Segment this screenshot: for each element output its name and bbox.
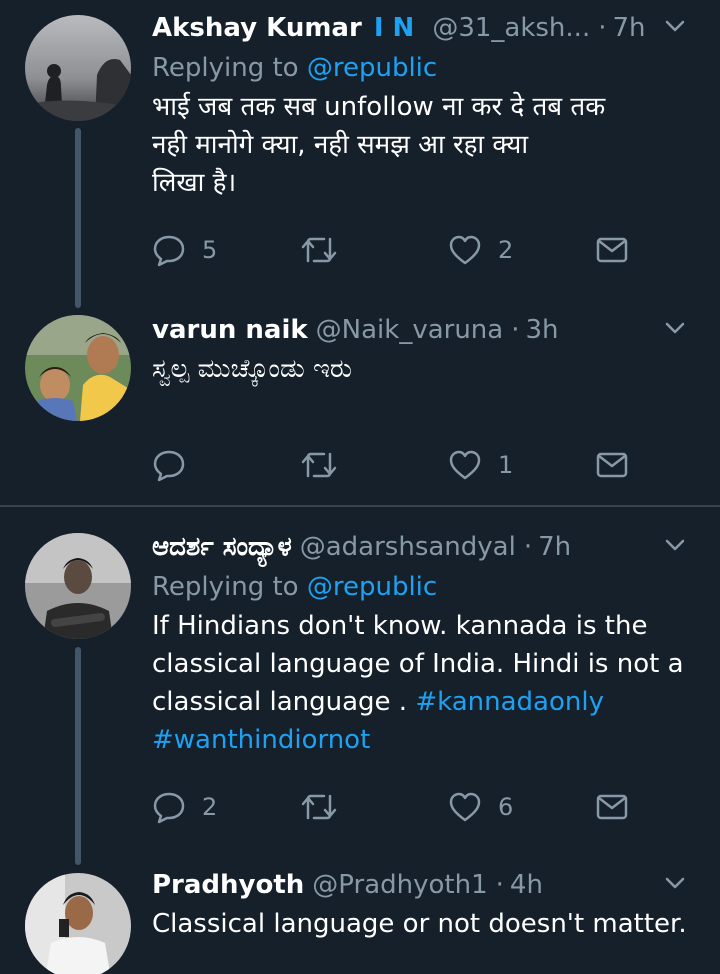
author-name[interactable]: Akshay Kumar	[152, 13, 362, 43]
author-name[interactable]: ಆದರ್ಶ ಸಂದ್ಯಾಳ	[152, 532, 292, 563]
timestamp[interactable]: 3h	[525, 315, 558, 345]
reply-count: 5	[202, 236, 218, 264]
separator-dot: ·	[598, 13, 607, 43]
separator-dot: ·	[523, 532, 533, 562]
message-button[interactable]	[596, 230, 628, 270]
tweet-header: Pradhyoth @Pradhyoth1 · 4h	[152, 865, 700, 905]
reply-icon	[153, 235, 185, 267]
like-icon	[449, 792, 481, 822]
author-handle[interactable]: @adarshsandyal	[300, 532, 516, 562]
separator-dot: ·	[511, 315, 520, 345]
text-line: If Hindians don't know. kannada is the	[152, 611, 648, 641]
replying-to: Replying to @republic	[152, 48, 700, 88]
tweet-pradhyoth[interactable]: Pradhyoth @Pradhyoth1 · 4h Classical lan…	[0, 865, 720, 974]
avatar[interactable]	[25, 533, 131, 639]
like-button[interactable]: 2	[448, 230, 513, 270]
retweet-button[interactable]	[300, 445, 354, 485]
avatar[interactable]	[25, 15, 131, 121]
author-name[interactable]: Pradhyoth	[152, 870, 304, 900]
message-icon	[596, 794, 628, 820]
text-line-with-hashtag: classical language . #kannadaonly	[152, 683, 700, 721]
action-bar: 2 6	[152, 787, 642, 827]
message-icon	[596, 452, 628, 478]
retweet-icon	[301, 794, 337, 820]
text-line: लिखा है।	[152, 168, 237, 198]
timestamp[interactable]: 7h	[612, 13, 645, 43]
timestamp[interactable]: 4h	[510, 870, 543, 900]
tweet-header: ಆದರ್ಶ ಸಂದ್ಯಾಳ @adarshsandyal · 7h	[152, 527, 700, 567]
action-bar: 5 2	[152, 230, 642, 270]
reply-count: 2	[202, 793, 218, 821]
hashtag-link[interactable]: #kannadaonly	[415, 687, 604, 717]
message-button[interactable]	[596, 445, 628, 485]
text-line: classical language of India. Hindi is no…	[152, 649, 684, 679]
like-count: 1	[498, 451, 514, 479]
tweet-varun[interactable]: varun naik @Naik_varuna · 3h ಸ್ವಲ್ಪ ಮುಚ್…	[0, 310, 720, 505]
like-icon	[449, 235, 481, 265]
tweet-header: Akshay Kumar I N @31_aksh... · 7h	[152, 8, 700, 48]
name-badge: I N	[373, 13, 415, 43]
chevron-down-icon[interactable]	[664, 875, 686, 891]
tweet-adarsh[interactable]: ಆದರ್ಶ ಸಂದ್ಯಾಳ @adarshsandyal · 7h Replyi…	[0, 507, 720, 865]
tweet-text: If Hindians don't know. kannada is the c…	[152, 607, 700, 759]
like-count: 2	[498, 236, 514, 264]
author-handle[interactable]: @Naik_varuna	[316, 315, 504, 345]
reply-icon	[153, 792, 185, 824]
retweet-button[interactable]	[300, 230, 354, 270]
chevron-down-icon[interactable]	[664, 320, 686, 336]
thread-line	[75, 128, 81, 308]
message-icon	[596, 237, 628, 263]
text-line: Classical language or not doesn't matter…	[152, 909, 687, 939]
avatar[interactable]	[25, 873, 131, 974]
thread-line	[75, 647, 81, 865]
timestamp[interactable]: 7h	[538, 532, 571, 562]
reply-button[interactable]	[152, 445, 202, 485]
tweet-akshay[interactable]: Akshay Kumar I N @31_aksh... · 7h Replyi…	[0, 0, 720, 310]
retweet-button[interactable]	[300, 787, 354, 827]
mention-link[interactable]: @republic	[307, 572, 437, 602]
hashtag-link[interactable]: #wanthindiornot	[152, 725, 370, 755]
avatar[interactable]	[25, 315, 131, 421]
text-line: classical language .	[152, 687, 408, 717]
author-handle[interactable]: @31_aksh...	[432, 13, 590, 43]
separator-dot: ·	[495, 870, 504, 900]
message-button[interactable]	[596, 787, 628, 827]
tweet-text: भाई जब तक सब unfollow ना कर दे तब तक नही…	[152, 88, 700, 202]
replying-to-label: Replying to	[152, 53, 299, 83]
like-button[interactable]: 1	[448, 445, 513, 485]
text-line: भाई जब तक सब unfollow ना कर दे तब तक	[152, 92, 606, 122]
mention-link[interactable]: @republic	[307, 53, 437, 83]
tweet-text: ಸ್ವಲ್ಪ ಮುಚ್ಕೊಂಡು ಇರು	[152, 350, 700, 388]
like-button[interactable]: 6	[448, 787, 513, 827]
replying-to: Replying to @republic	[152, 567, 700, 607]
action-bar: 1	[152, 445, 642, 485]
tweet-text: Classical language or not doesn't matter…	[152, 905, 700, 943]
reply-button[interactable]: 2	[152, 787, 217, 827]
text-line: नही मानोगे क्या, नही समझ आ रहा क्या	[152, 130, 529, 160]
author-name[interactable]: varun naik	[152, 315, 308, 345]
text-line: ಸ್ವಲ್ಪ ಮುಚ್ಕೊಂಡು ಇರು	[152, 354, 352, 384]
chevron-down-icon[interactable]	[664, 18, 686, 34]
reply-button[interactable]: 5	[152, 230, 217, 270]
chevron-down-icon[interactable]	[664, 537, 686, 553]
tweet-feed: Akshay Kumar I N @31_aksh... · 7h Replyi…	[0, 0, 720, 974]
author-handle[interactable]: @Pradhyoth1	[312, 870, 487, 900]
replying-to-label: Replying to	[152, 572, 299, 602]
like-icon	[449, 450, 481, 480]
tweet-header: varun naik @Naik_varuna · 3h	[152, 310, 700, 350]
retweet-icon	[301, 452, 337, 478]
retweet-icon	[301, 237, 337, 263]
reply-icon	[153, 450, 185, 482]
like-count: 6	[498, 793, 514, 821]
